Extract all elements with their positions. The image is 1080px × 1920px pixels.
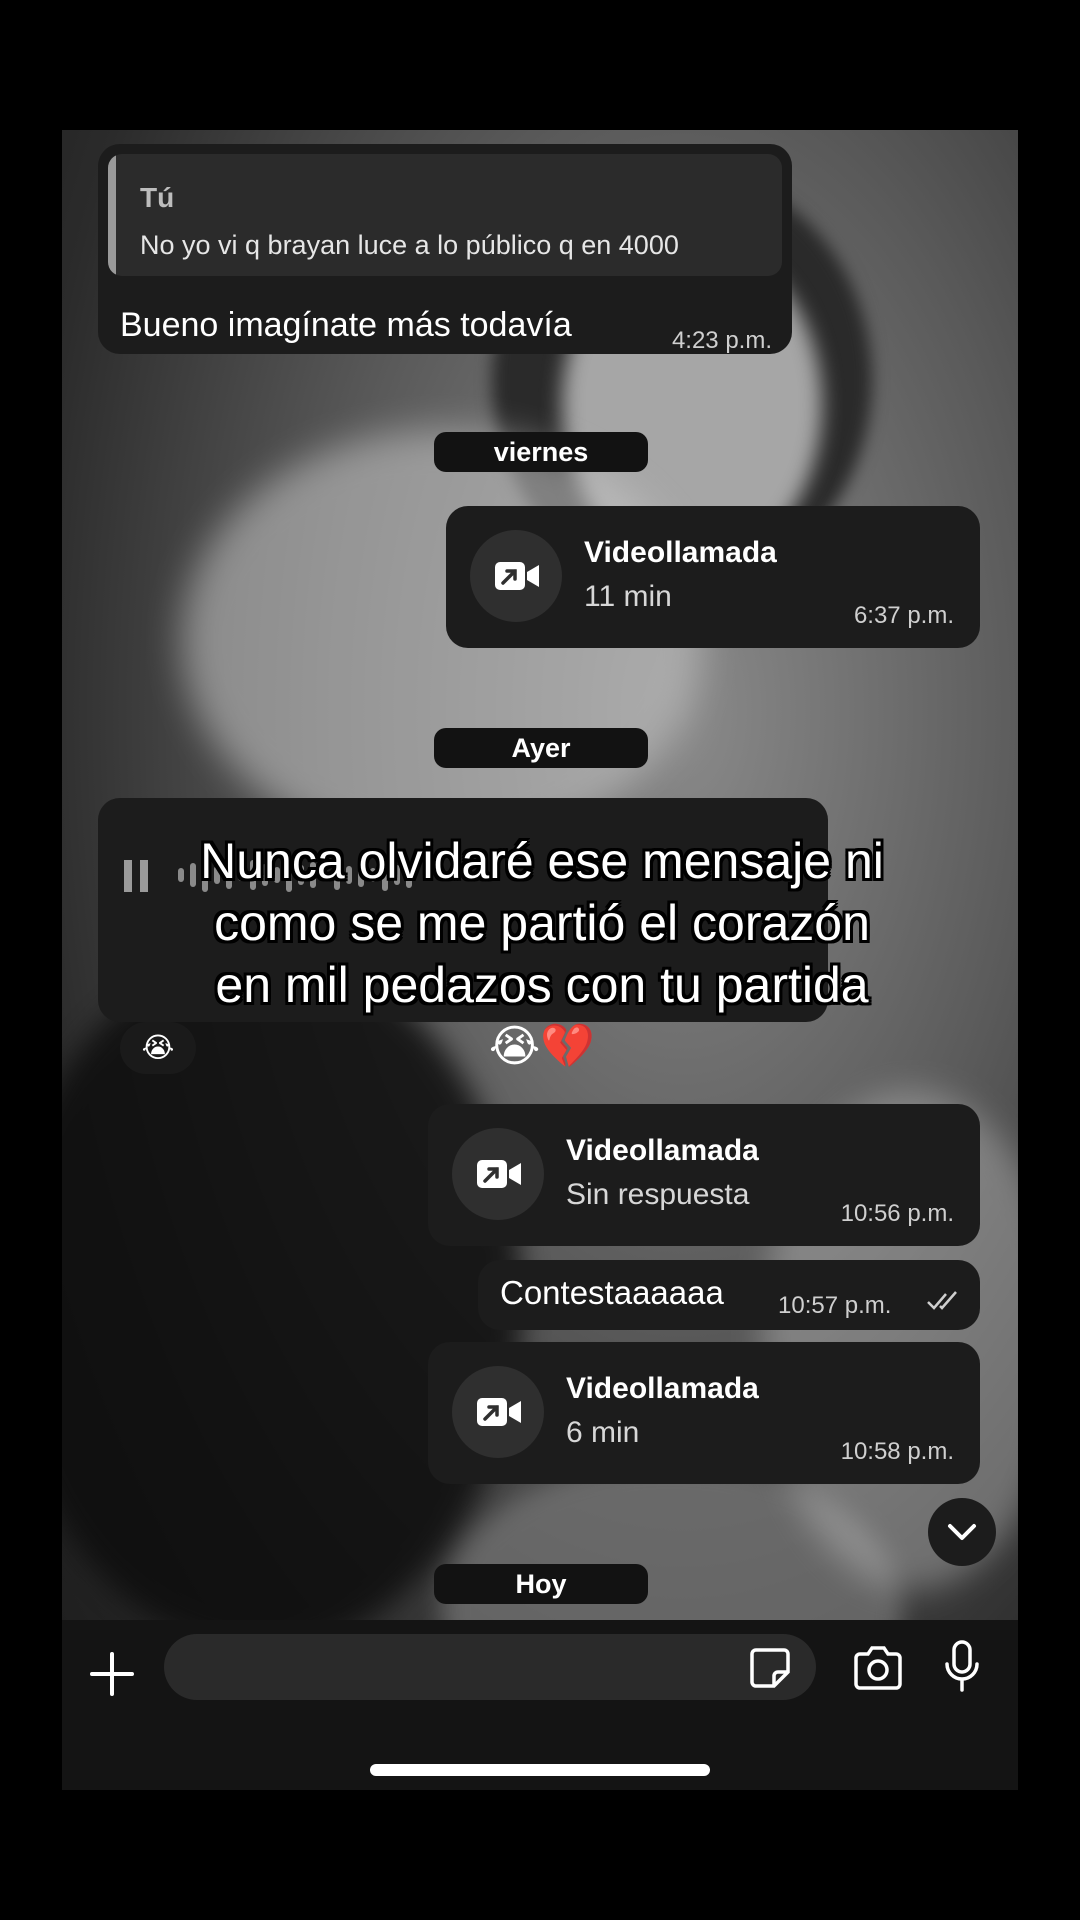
call-duration: 11 min bbox=[584, 580, 672, 613]
video-call-message[interactable]: Videollamada Sin respuesta 10:56 p.m. bbox=[428, 1104, 980, 1246]
quote-text: No yo vi q brayan luce a lo público q en… bbox=[140, 230, 679, 260]
call-title: Videollamada bbox=[566, 1134, 759, 1167]
outgoing-text-message[interactable]: Contestaaaaaa 10:57 p.m. bbox=[478, 1260, 980, 1330]
caption-line: en mil pedazos con tu partida bbox=[215, 957, 869, 1013]
video-call-outgoing-icon bbox=[470, 530, 562, 622]
microphone-icon[interactable] bbox=[944, 1640, 980, 1694]
message-text: Bueno imagínate más todavía bbox=[120, 306, 572, 344]
double-check-icon bbox=[927, 1291, 957, 1310]
date-separator-yesterday: Ayer bbox=[434, 728, 648, 768]
caption-line: como se me partió el corazón bbox=[214, 895, 870, 951]
caption-emoji: 😭💔 bbox=[488, 1022, 596, 1071]
quoted-message[interactable]: Tú No yo vi q brayan luce a lo público q… bbox=[108, 154, 782, 276]
message-input[interactable] bbox=[164, 1634, 816, 1700]
message-text: Contestaaaaaa bbox=[500, 1274, 724, 1311]
message-time: 10:58 p.m. bbox=[840, 1438, 954, 1465]
video-caption-overlay: Nunca olvidaré ese mensaje ni como se me… bbox=[122, 830, 962, 1078]
home-indicator[interactable] bbox=[370, 1764, 710, 1776]
sticker-icon[interactable] bbox=[748, 1646, 792, 1690]
message-time: 10:57 p.m. bbox=[778, 1292, 892, 1319]
message-time: 4:23 p.m. bbox=[671, 327, 772, 354]
message-input-bar bbox=[62, 1620, 1018, 1790]
call-duration: 6 min bbox=[566, 1416, 640, 1449]
video-call-message[interactable]: Videollamada 6 min 10:58 p.m. bbox=[428, 1342, 980, 1484]
call-title: Videollamada bbox=[566, 1372, 759, 1405]
date-separator-friday: viernes bbox=[434, 432, 648, 472]
incoming-reply-message[interactable]: Tú No yo vi q brayan luce a lo público q… bbox=[98, 144, 792, 354]
video-call-outgoing-icon bbox=[452, 1366, 544, 1458]
call-title: Videollamada bbox=[584, 536, 777, 569]
quote-author: Tú bbox=[140, 182, 175, 213]
chat-screen: Tú No yo vi q brayan luce a lo público q… bbox=[62, 130, 1018, 1790]
video-call-outgoing-icon bbox=[452, 1128, 544, 1220]
chevron-down-icon bbox=[948, 1524, 976, 1540]
quote-accent-bar bbox=[108, 154, 116, 276]
message-time: 6:37 p.m. bbox=[853, 602, 954, 629]
caption-line: Nunca olvidaré ese mensaje ni bbox=[200, 833, 884, 889]
video-call-message[interactable]: Videollamada 11 min 6:37 p.m. bbox=[446, 506, 980, 648]
date-separator-today: Hoy bbox=[434, 1564, 648, 1604]
message-time: 10:56 p.m. bbox=[840, 1200, 954, 1227]
scroll-to-bottom-button[interactable] bbox=[928, 1498, 996, 1566]
plus-icon[interactable] bbox=[88, 1650, 136, 1698]
camera-icon[interactable] bbox=[852, 1646, 904, 1690]
call-status: Sin respuesta bbox=[566, 1178, 750, 1211]
